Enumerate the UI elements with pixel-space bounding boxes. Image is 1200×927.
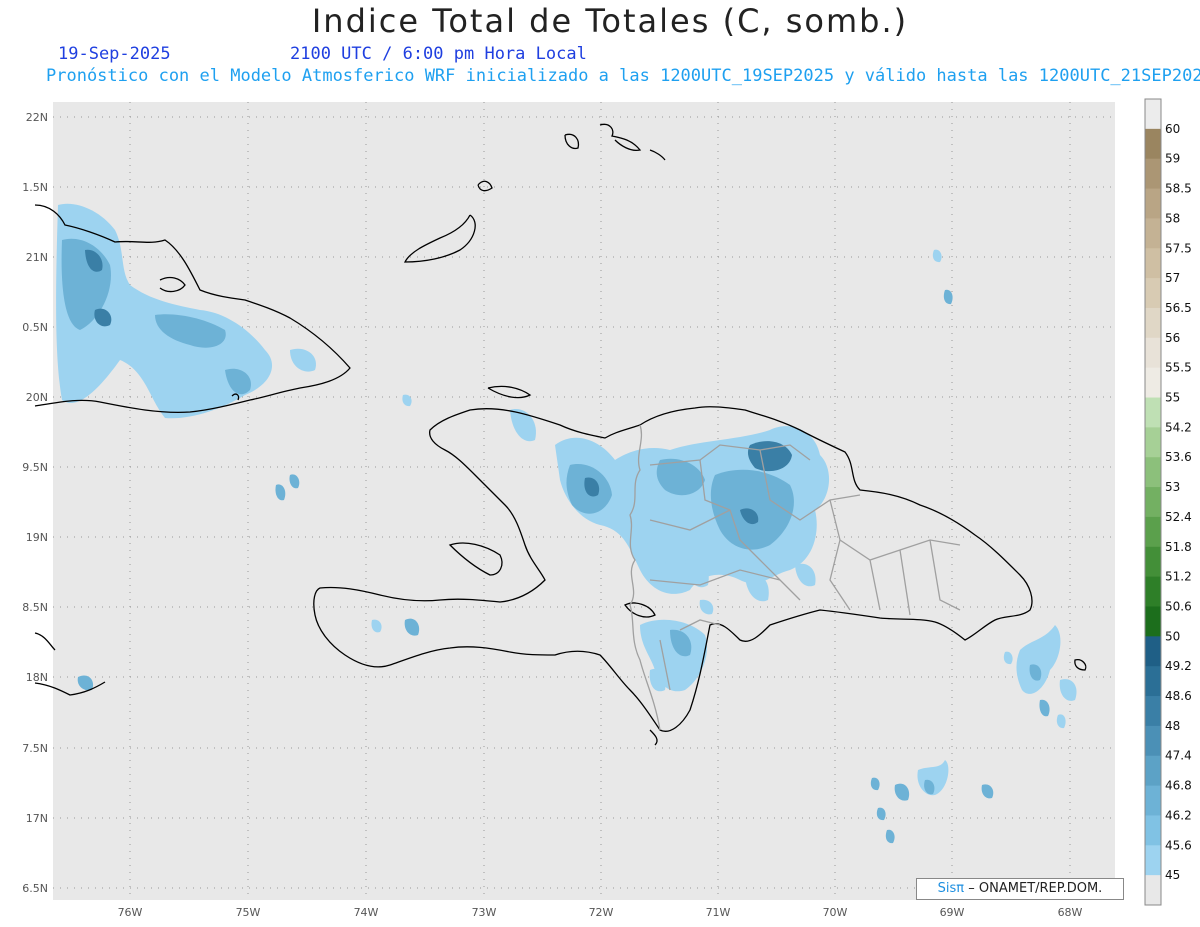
colorbar-label: 50	[1165, 629, 1180, 643]
colorbar-swatch	[1145, 696, 1161, 727]
colorbar-swatch	[1145, 666, 1161, 697]
lat-label: 19N	[26, 531, 48, 544]
lon-label: 76W	[118, 906, 143, 919]
colorbar-swatch	[1145, 606, 1161, 637]
credit-logo: Sisπ	[937, 881, 965, 896]
lon-label: 69W	[940, 906, 965, 919]
colorbar: 60 59 58.5 58 57.5 57 56.5 56 55.5 55 54.2 53.6 53 52…	[1144, 98, 1192, 906]
colorbar-label: 57	[1165, 271, 1180, 285]
lat-label: 1.5N	[22, 181, 48, 194]
lat-label: 17N	[26, 812, 48, 825]
lon-label: 72W	[589, 906, 614, 919]
colorbar-swatch	[1145, 427, 1161, 458]
colorbar-label: 58	[1165, 211, 1180, 225]
colorbar-swatch	[1145, 278, 1161, 309]
lon-label: 70W	[823, 906, 848, 919]
colorbar-swatch	[1145, 337, 1161, 369]
lat-label: 8.5N	[22, 601, 48, 614]
colorbar-swatch	[1145, 158, 1161, 190]
colorbar-label: 46.8	[1165, 779, 1192, 793]
lon-label: 71W	[706, 906, 731, 919]
colorbar-swatch	[1145, 487, 1161, 518]
colorbar-swatch	[1145, 576, 1161, 607]
colorbar-swatch	[1145, 99, 1161, 130]
colorbar-label: 58.5	[1165, 182, 1192, 196]
lat-label: 21N	[26, 251, 48, 264]
colorbar-swatch	[1145, 128, 1161, 160]
colorbar-label: 54.2	[1165, 420, 1192, 434]
colorbar-label: 47.4	[1165, 749, 1192, 763]
colorbar-label: 49.2	[1165, 659, 1192, 673]
lat-label: 7.5N	[22, 742, 48, 755]
lat-label: 0.5N	[22, 321, 48, 334]
colorbar-label: 46.2	[1165, 808, 1192, 822]
credit-text: – ONAMET/REP.DOM.	[968, 881, 1103, 896]
colorbar-label: 48	[1165, 719, 1180, 733]
map-panel: 22N 1.5N 21N 0.5N 20N 9.5N 19N 8.5N 18N …	[22, 98, 1192, 919]
lat-label: 6.5N	[22, 882, 48, 895]
colorbar-swatch	[1145, 785, 1161, 816]
lon-label: 68W	[1058, 906, 1083, 919]
lon-label: 74W	[354, 906, 379, 919]
colorbar-label: 51.2	[1165, 570, 1192, 584]
colorbar-label: 56	[1165, 331, 1180, 345]
lat-label: 22N	[26, 111, 48, 124]
colorbar-label: 50.6	[1165, 599, 1192, 613]
colorbar-label: 51.8	[1165, 540, 1192, 554]
colorbar-label: 45	[1165, 868, 1180, 882]
lat-label: 18N	[26, 671, 48, 684]
colorbar-swatch	[1145, 188, 1161, 219]
colorbar-label: 48.6	[1165, 689, 1192, 703]
colorbar-label: 57.5	[1165, 241, 1192, 255]
colorbar-swatch	[1145, 815, 1161, 846]
colorbar-swatch	[1145, 516, 1161, 548]
colorbar-swatch	[1145, 367, 1161, 399]
lat-label: 9.5N	[22, 461, 48, 474]
colorbar-swatch	[1145, 457, 1161, 488]
colorbar-label: 53	[1165, 480, 1180, 494]
longitude-axis: 76W 75W 74W 73W 72W 71W 70W 69W 68W	[118, 906, 1083, 919]
colorbar-label: 60	[1165, 122, 1180, 136]
lon-label: 75W	[236, 906, 261, 919]
colorbar-label: 56.5	[1165, 301, 1192, 315]
colorbar-swatch	[1145, 875, 1161, 906]
lat-label: 20N	[26, 391, 48, 404]
colorbar-label: 45.6	[1165, 838, 1192, 852]
colorbar-label: 55	[1165, 391, 1180, 405]
colorbar-swatch	[1145, 845, 1161, 876]
colorbar-swatch	[1145, 636, 1161, 667]
credit-box: Sisπ – ONAMET/REP.DOM.	[916, 878, 1124, 900]
lon-label: 73W	[472, 906, 497, 919]
colorbar-label: 55.5	[1165, 361, 1192, 375]
colorbar-swatch	[1145, 218, 1161, 249]
latitude-axis: 22N 1.5N 21N 0.5N 20N 9.5N 19N 8.5N 18N …	[22, 111, 48, 895]
colorbar-swatch	[1145, 725, 1161, 757]
colorbar-swatch	[1145, 397, 1161, 428]
colorbar-swatch	[1145, 546, 1161, 578]
colorbar-swatch	[1145, 248, 1161, 279]
colorbar-label: 59	[1165, 152, 1180, 166]
colorbar-label: 52.4	[1165, 510, 1192, 524]
colorbar-swatch	[1145, 755, 1161, 787]
colorbar-label: 53.6	[1165, 450, 1192, 464]
colorbar-swatch	[1145, 307, 1161, 339]
